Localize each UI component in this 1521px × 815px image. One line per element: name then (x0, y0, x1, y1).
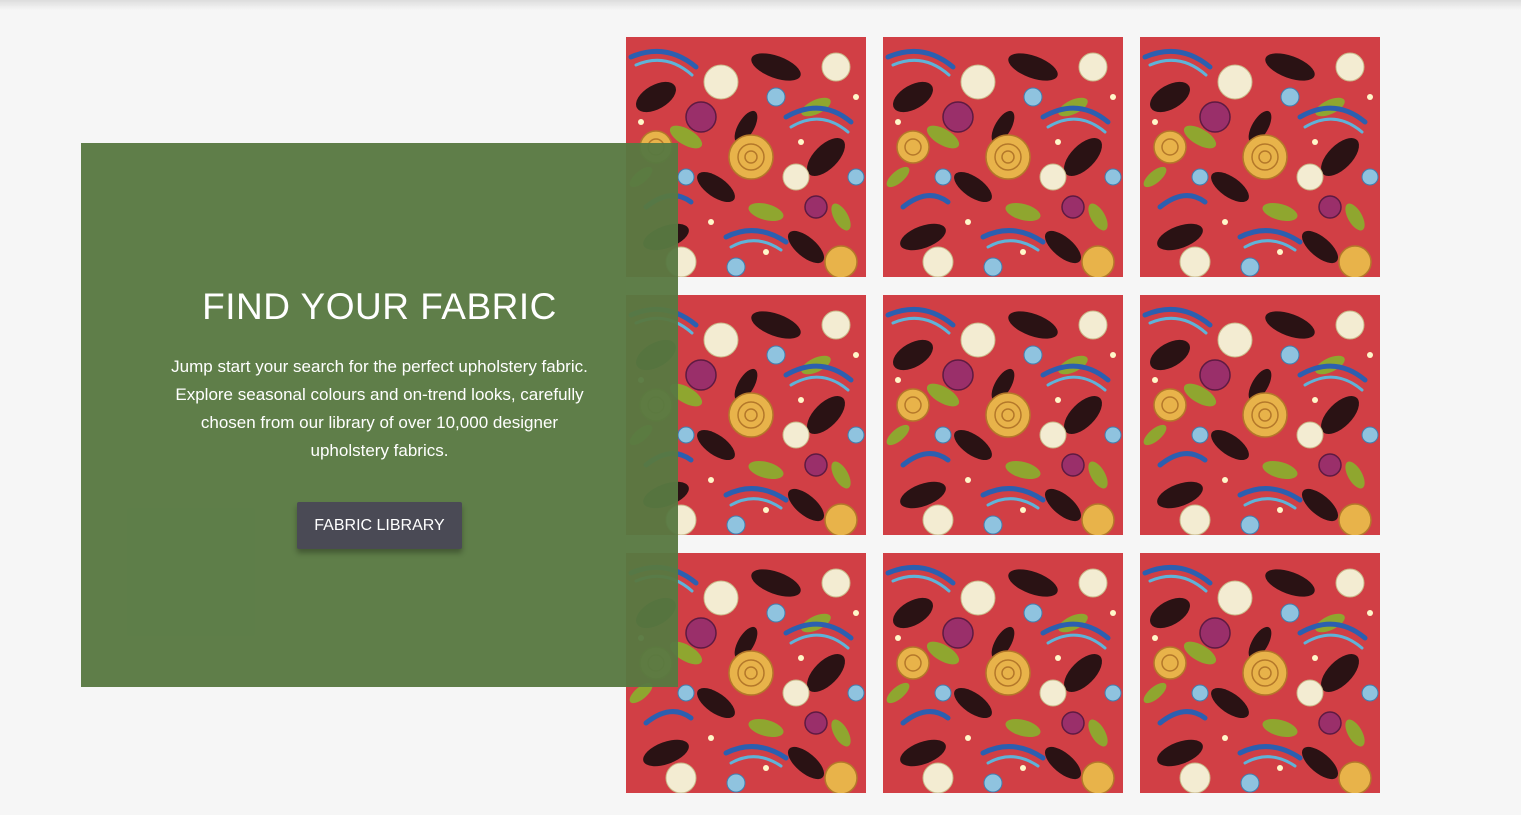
floral-fabric-icon (883, 295, 1123, 535)
floral-fabric-icon (1140, 37, 1380, 277)
fabric-swatch[interactable] (883, 295, 1123, 535)
section-description: Jump start your search for the perfect u… (171, 357, 588, 460)
fabric-swatch-grid (626, 37, 1382, 794)
header-shadow (0, 0, 1521, 10)
find-fabric-panel: FIND YOUR FABRIC Jump start your search … (81, 143, 678, 687)
floral-fabric-icon (883, 37, 1123, 277)
floral-fabric-icon (1140, 553, 1380, 793)
panel-content: FIND YOUR FABRIC Jump start your search … (81, 283, 678, 549)
fabric-swatch[interactable] (1140, 553, 1380, 793)
fabric-swatch[interactable] (883, 37, 1123, 277)
fabric-swatch[interactable] (1140, 37, 1380, 277)
fabric-swatch[interactable] (883, 553, 1123, 793)
section-title: FIND YOUR FABRIC (202, 286, 557, 327)
floral-fabric-icon (1140, 295, 1380, 535)
fabric-swatch[interactable] (1140, 295, 1380, 535)
floral-fabric-icon (883, 553, 1123, 793)
fabric-library-button[interactable]: FABRIC LIBRARY (297, 502, 462, 549)
